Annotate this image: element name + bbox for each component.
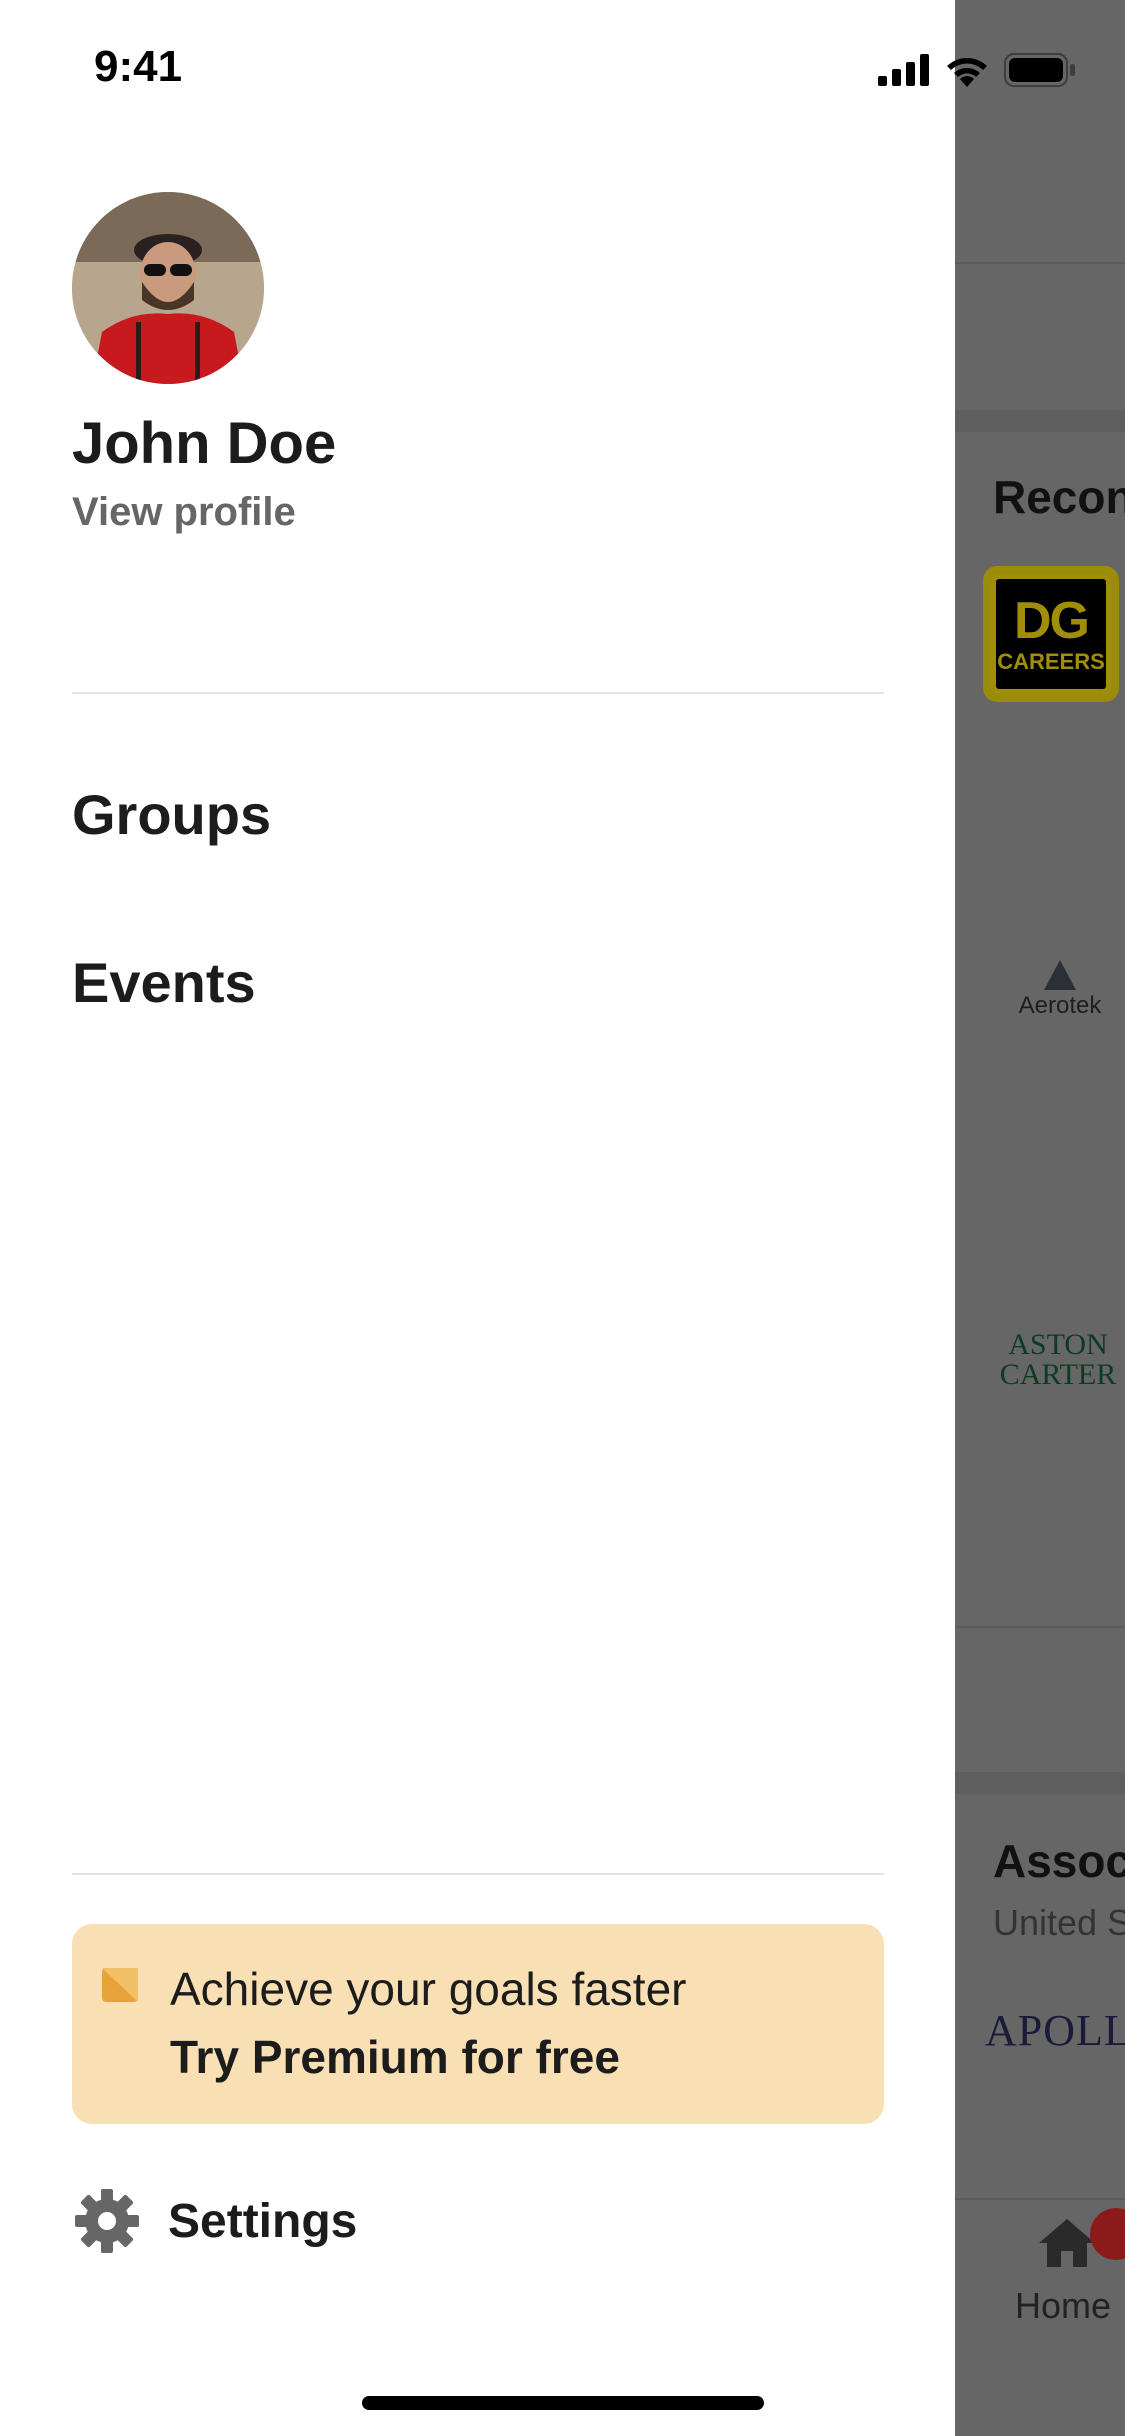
- avatar-photo: [72, 192, 264, 384]
- status-time: 9:41: [94, 42, 183, 91]
- gear-icon: [75, 2189, 139, 2253]
- home-icon: [1039, 2219, 1095, 2267]
- premium-promo-card[interactable]: Achieve your goals faster Try Premium fo…: [72, 1924, 884, 2124]
- avatar[interactable]: [72, 192, 264, 384]
- settings-button[interactable]: Settings: [72, 2186, 357, 2256]
- divider: [72, 692, 884, 694]
- settings-label: Settings: [168, 2194, 358, 2248]
- tab-home-label: Home: [1015, 2285, 1112, 2326]
- background-app-overlay[interactable]: Recon DG CAREERS Aerotek ASTON CARTER As…: [955, 0, 1125, 2436]
- nav-item-groups[interactable]: Groups: [72, 782, 271, 847]
- aston-carter-logo: ASTON CARTER: [999, 1328, 1117, 1391]
- section-separator: [955, 410, 1125, 432]
- section-heading-associated: Assoc: [993, 1835, 1125, 1887]
- view-profile-link[interactable]: View profile: [72, 490, 296, 535]
- premium-icon: [102, 1968, 138, 2002]
- nav-item-events[interactable]: Events: [72, 950, 256, 1015]
- profile-name: John Doe: [72, 411, 337, 476]
- section-separator: [955, 1772, 1125, 1794]
- divider: [72, 1873, 884, 1875]
- home-indicator[interactable]: [362, 2396, 764, 2410]
- premium-cta[interactable]: Try Premium for free: [170, 2030, 620, 2084]
- battery-icon: [1004, 53, 1075, 87]
- dg-careers-logo: DG CAREERS: [983, 566, 1119, 702]
- section-subtitle: United S: [993, 1902, 1125, 1943]
- signal-icon: [878, 54, 929, 86]
- aerotek-logo: Aerotek: [1005, 960, 1115, 1020]
- side-drawer: 9:41 John Doe View profile Groups Events…: [0, 0, 1075, 2436]
- status-icons: [878, 50, 1076, 90]
- wifi-icon: [947, 58, 987, 87]
- divider: [955, 1626, 1125, 1628]
- apollo-logo: APOLLO: [985, 2006, 1125, 2055]
- premium-tagline: Achieve your goals faster: [170, 1963, 687, 2015]
- section-heading-recommended: Recon: [993, 471, 1125, 523]
- divider: [955, 262, 1125, 264]
